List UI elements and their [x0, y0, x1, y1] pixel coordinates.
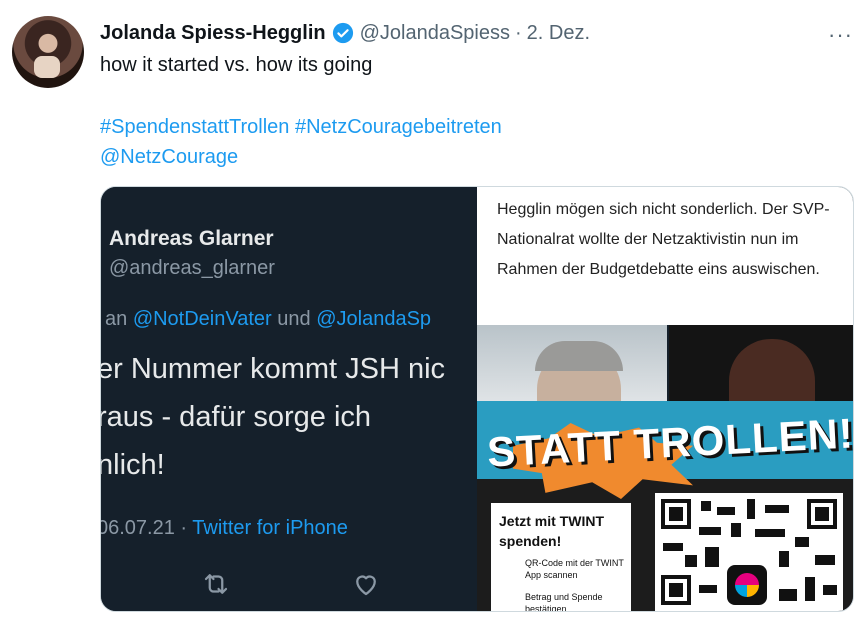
hashtag-link[interactable]: #SpendenstattTrollen: [100, 116, 289, 138]
qr-code: [655, 493, 843, 611]
tweet-date[interactable]: 2. Dez.: [527, 22, 590, 45]
photo-woman: [669, 325, 853, 401]
header-separator: ·: [515, 21, 522, 44]
reply-prefix: an: [105, 308, 128, 330]
avatar[interactable]: [12, 16, 84, 88]
media-article-excerpt[interactable]: Hegglin mögen sich nicht sonderlich. Der…: [477, 187, 853, 325]
verified-badge-icon: [332, 22, 353, 44]
poster-cta: Jetzt mit TWINT spenden!: [499, 513, 604, 549]
quoted-tweet-body: er Nummer kommt JSH nic raus - dafür sor…: [101, 345, 445, 489]
reply-mention: @NotDeinVater: [132, 308, 272, 330]
quoted-date: 06.07.21: [101, 517, 175, 539]
article-text: Hegglin mögen sich nicht sonderlich. Der…: [497, 201, 830, 278]
media-donation-poster[interactable]: STATT TROLLEN! Jetzt mit TWINT spenden! …: [477, 401, 853, 612]
author-handle[interactable]: @JolandaSpiess: [360, 22, 510, 45]
heart-icon: [356, 575, 376, 596]
quoted-reply-line: an @NotDeinVater und @JolandaSp: [105, 308, 431, 331]
quoted-author-name: Andreas Glarner: [109, 227, 274, 250]
mention-link[interactable]: @NetzCourage: [100, 146, 238, 168]
reply-mention: @JolandaSp: [316, 308, 432, 330]
reply-and: und: [277, 308, 311, 330]
quoted-body-line: nlich!: [101, 449, 165, 481]
quoted-author-handle: @andreas_glarner: [109, 257, 275, 279]
quoted-source: Twitter for iPhone: [192, 517, 348, 539]
photo-man: [477, 325, 667, 401]
meta-separator: ·: [180, 517, 188, 539]
quoted-actions: [201, 569, 381, 599]
tweet-links: #SpendenstattTrollen #NetzCouragebeitret…: [100, 112, 502, 172]
media-grid[interactable]: Andreas Glarner @andreas_glarner an @Not…: [100, 186, 854, 612]
quoted-body-line: raus - dafür sorge ich: [101, 401, 372, 433]
poster-step-2: Betrag und Spende bestätigen: [525, 592, 603, 612]
twint-logo-icon: [727, 565, 767, 605]
author-name[interactable]: Jolanda Spiess-Hegglin: [100, 22, 326, 45]
hashtag-link[interactable]: #NetzCouragebeitreten: [295, 116, 502, 138]
media-left-screenshot[interactable]: Andreas Glarner @andreas_glarner an @Not…: [101, 187, 475, 611]
quoted-body-line: er Nummer kommt JSH nic: [101, 353, 446, 385]
more-options-icon[interactable]: ···: [828, 22, 853, 48]
tweet-header: Jolanda Spiess-Hegglin @JolandaSpiess · …: [100, 20, 590, 46]
poster-step-1: QR-Code mit der TWINT App scannen: [525, 558, 624, 580]
retweet-icon: [204, 574, 228, 594]
quoted-tweet-meta: 06.07.21 · Twitter for iPhone: [101, 517, 348, 540]
tweet-text: how it started vs. how its going: [100, 54, 373, 76]
